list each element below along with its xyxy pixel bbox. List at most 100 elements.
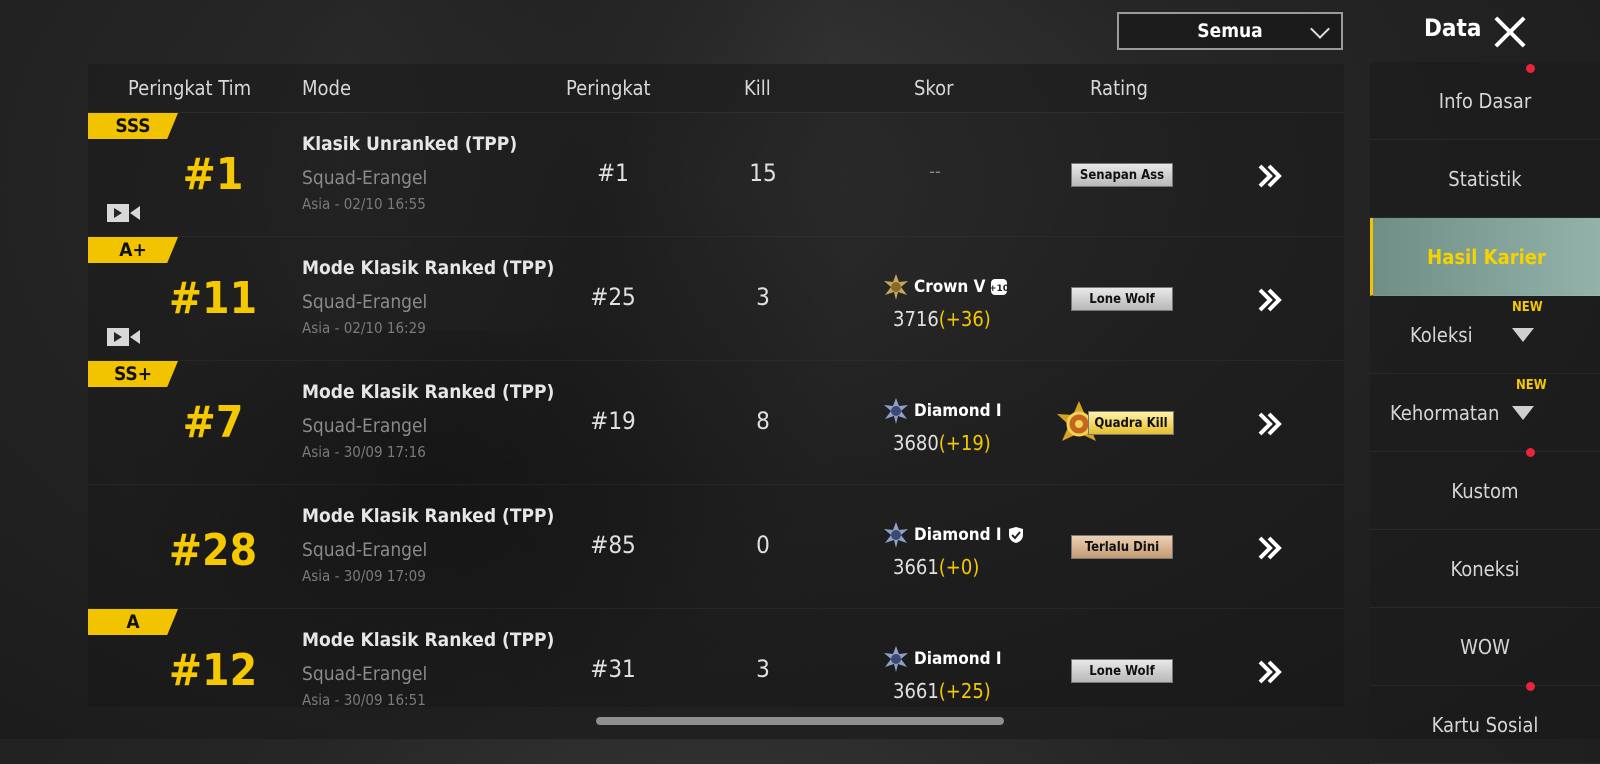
rating-badge: Terlalu Dini	[1071, 535, 1173, 559]
chevron-right-icon[interactable]	[1256, 287, 1284, 313]
team-rank: #28	[168, 525, 258, 576]
sidebar-item-koleksi[interactable]: Koleksi NEW	[1370, 296, 1600, 374]
score-value: 3661(+25)	[893, 679, 991, 703]
team-rank: #11	[168, 273, 258, 324]
chevron-right-icon[interactable]	[1256, 411, 1284, 437]
close-icon[interactable]	[1492, 14, 1528, 50]
new-badge: NEW	[1512, 300, 1543, 315]
tier-line: Diamond I	[882, 645, 1002, 673]
sidebar-item-info-dasar[interactable]: Info Dasar	[1370, 62, 1600, 140]
tier-name: Diamond I	[914, 401, 1002, 421]
new-badge: NEW	[1516, 378, 1547, 393]
mode-map: Squad-Erangel	[302, 663, 428, 685]
score-base: 3680	[893, 431, 939, 455]
diamond-tier-icon	[884, 398, 908, 424]
tier-name: Crown V	[914, 277, 986, 297]
sidebar-item-label: Kehormatan	[1390, 400, 1500, 425]
rating-badge: Lone Wolf	[1071, 287, 1173, 311]
filter-value: Semua	[1197, 20, 1263, 42]
kill-count: 3	[756, 283, 770, 311]
sidebar-item-kehormatan[interactable]: Kehormatan NEW	[1370, 374, 1600, 452]
expand-arrow-icon	[1512, 406, 1534, 420]
video-replay-icon[interactable]	[106, 201, 142, 225]
region-filter-dropdown[interactable]: Semua	[1117, 12, 1343, 50]
score-base: 3661	[893, 679, 939, 703]
mode-server-time: Asia - 02/10 16:55	[302, 195, 426, 213]
tier-line: Diamond I	[882, 397, 1002, 425]
tier-line: Crown V +10	[882, 273, 1008, 301]
team-rank: #7	[182, 397, 244, 448]
kill-count: 0	[756, 531, 770, 559]
sidebar-item-statistik[interactable]: Statistik	[1370, 140, 1600, 218]
score-value: 3716(+36)	[893, 307, 991, 331]
score-delta: (+19)	[938, 431, 991, 455]
header-rank: Peringkat	[566, 76, 651, 100]
tier-points-badge-icon: +10	[990, 279, 1008, 295]
sidebar-item-label: Hasil Karier	[1427, 244, 1546, 269]
kill-count: 3	[756, 655, 770, 683]
sidebar-item-kartu-sosial[interactable]: Kartu Sosial	[1370, 686, 1600, 764]
mode-map: Squad-Erangel	[302, 415, 428, 437]
rating-badge: Senapan Ass	[1071, 163, 1173, 187]
placement: #1	[597, 159, 629, 187]
score-base: 3661	[893, 555, 939, 579]
mode-map: Squad-Erangel	[302, 291, 428, 313]
table-row[interactable]: SS+ #7 Mode Klasik Ranked (TPP) Squad-Er…	[88, 360, 1344, 485]
header-kill: Kill	[744, 76, 771, 100]
mode-server-time: Asia - 30/09 17:16	[302, 443, 426, 461]
sidebar-item-koneksi[interactable]: Koneksi	[1370, 530, 1600, 608]
mode-title: Klasik Unranked (TPP)	[302, 133, 518, 155]
sidebar-item-label: Info Dasar	[1438, 88, 1532, 113]
score-empty: --	[929, 161, 941, 182]
team-rank: #12	[168, 645, 258, 696]
grade-tag: A	[88, 609, 178, 635]
table-row[interactable]: SSS #1 Klasik Unranked (TPP) Squad-Erang…	[88, 112, 1344, 237]
diamond-tier-icon	[884, 646, 908, 672]
chevron-right-icon[interactable]	[1256, 535, 1284, 561]
score-delta: (+0)	[938, 555, 980, 579]
crown-tier-icon	[884, 274, 908, 300]
table-row[interactable]: A #12 Mode Klasik Ranked (TPP) Squad-Era…	[88, 608, 1344, 707]
chevron-down-icon	[1310, 19, 1330, 39]
grade-tag: SS+	[88, 361, 178, 387]
sidebar-item-wow[interactable]: WOW	[1370, 608, 1600, 686]
header-rating: Rating	[1090, 76, 1148, 100]
rating-badge: Lone Wolf	[1071, 659, 1173, 683]
mode-title: Mode Klasik Ranked (TPP)	[302, 381, 555, 403]
sidebar-item-kustom[interactable]: Kustom	[1370, 452, 1600, 530]
table-header: Peringkat Tim Mode Peringkat Kill Skor R…	[88, 64, 1344, 112]
placement: #19	[590, 407, 636, 435]
score-base: 3716	[893, 307, 939, 331]
table-row[interactable]: #28 Mode Klasik Ranked (TPP) Squad-Erang…	[88, 484, 1344, 609]
video-replay-icon[interactable]	[106, 325, 142, 349]
placement: #85	[590, 531, 636, 559]
sidebar-item-label: Koleksi	[1410, 322, 1473, 347]
sidebar-item-label: WOW	[1460, 634, 1510, 659]
table-row[interactable]: A+ #11 Mode Klasik Ranked (TPP) Squad-Er…	[88, 236, 1344, 361]
score-delta: (+25)	[938, 679, 991, 703]
rating-badge: Quadra Kill	[1088, 411, 1174, 435]
sidebar-item-hasil-karier[interactable]: Hasil Karier	[1370, 218, 1600, 296]
shield-check-icon	[1008, 527, 1023, 543]
horizontal-scrollbar[interactable]	[596, 717, 1004, 725]
placement: #31	[590, 655, 636, 683]
kill-count: 8	[756, 407, 770, 435]
mode-title: Mode Klasik Ranked (TPP)	[302, 257, 555, 279]
chevron-right-icon[interactable]	[1256, 163, 1284, 189]
sidebar-item-label: Kustom	[1451, 478, 1519, 503]
chevron-right-icon[interactable]	[1256, 659, 1284, 685]
grade-tag: SSS	[88, 113, 178, 139]
sidebar-item-label: Statistik	[1448, 166, 1522, 191]
tier-name: Diamond I	[914, 525, 1002, 545]
mode-server-time: Asia - 02/10 16:29	[302, 319, 426, 337]
sidebar-item-label: Kartu Sosial	[1431, 712, 1539, 737]
score-delta: (+36)	[938, 307, 991, 331]
career-results-table[interactable]: Peringkat Tim Mode Peringkat Kill Skor R…	[88, 64, 1344, 707]
expand-arrow-icon	[1512, 328, 1534, 342]
diamond-tier-icon	[884, 522, 908, 548]
tier-line: Diamond I	[882, 521, 1025, 549]
mode-server-time: Asia - 30/09 17:09	[302, 567, 426, 585]
placement: #25	[590, 283, 636, 311]
grade-tag: A+	[88, 237, 178, 263]
score-value: 3661(+0)	[893, 555, 979, 579]
